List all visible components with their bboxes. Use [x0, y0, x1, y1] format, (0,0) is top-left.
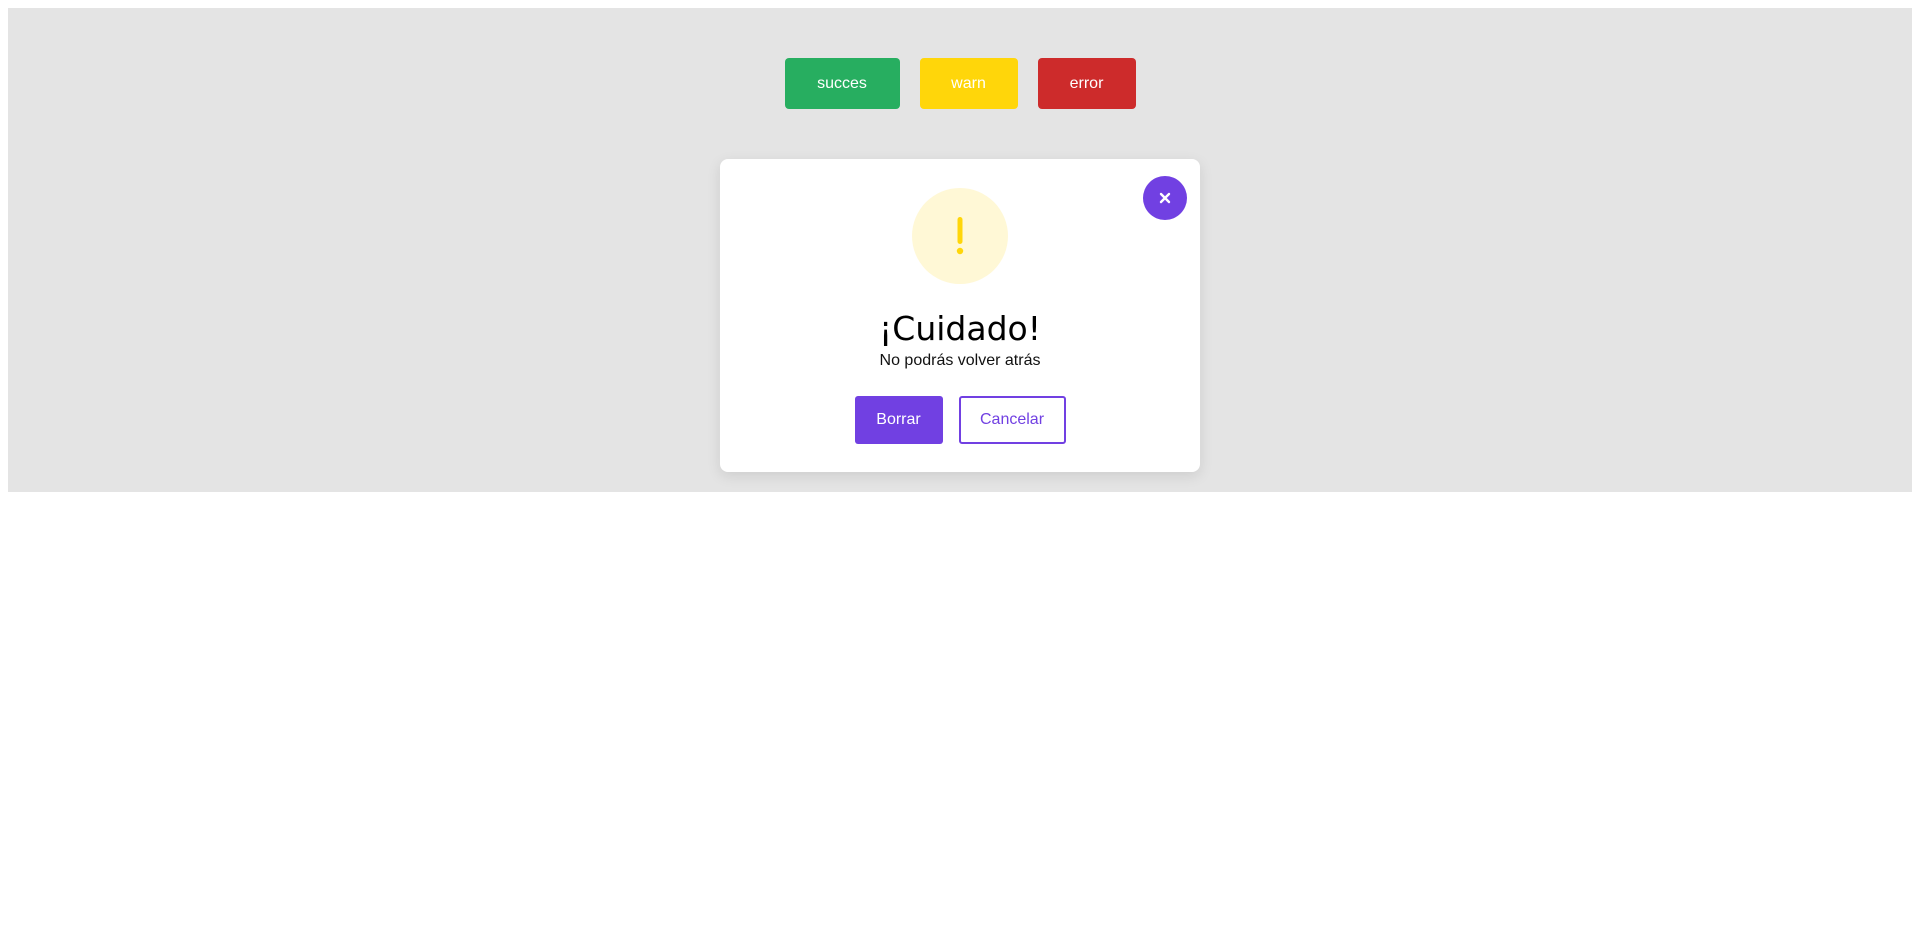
- close-button[interactable]: [1143, 176, 1187, 220]
- page-backdrop: succes warn error ¡Cuidado! No podrás vo…: [8, 8, 1912, 492]
- cancel-button[interactable]: Cancelar: [958, 396, 1066, 444]
- delete-button[interactable]: Borrar: [854, 396, 943, 444]
- trigger-button-row: succes warn error: [8, 58, 1912, 109]
- exclamation-icon: [956, 217, 964, 255]
- warning-icon-circle: [912, 188, 1008, 284]
- modal-message: No podrás volver atrás: [879, 352, 1041, 369]
- warning-modal: ¡Cuidado! No podrás volver atrás Borrar …: [720, 159, 1200, 472]
- error-trigger-button[interactable]: error: [1037, 58, 1136, 109]
- modal-title: ¡Cuidado!: [879, 309, 1041, 348]
- modal-actions: Borrar Cancelar: [720, 396, 1200, 444]
- close-icon: [1159, 192, 1171, 204]
- success-trigger-button[interactable]: succes: [784, 58, 900, 109]
- warn-trigger-button[interactable]: warn: [919, 58, 1018, 109]
